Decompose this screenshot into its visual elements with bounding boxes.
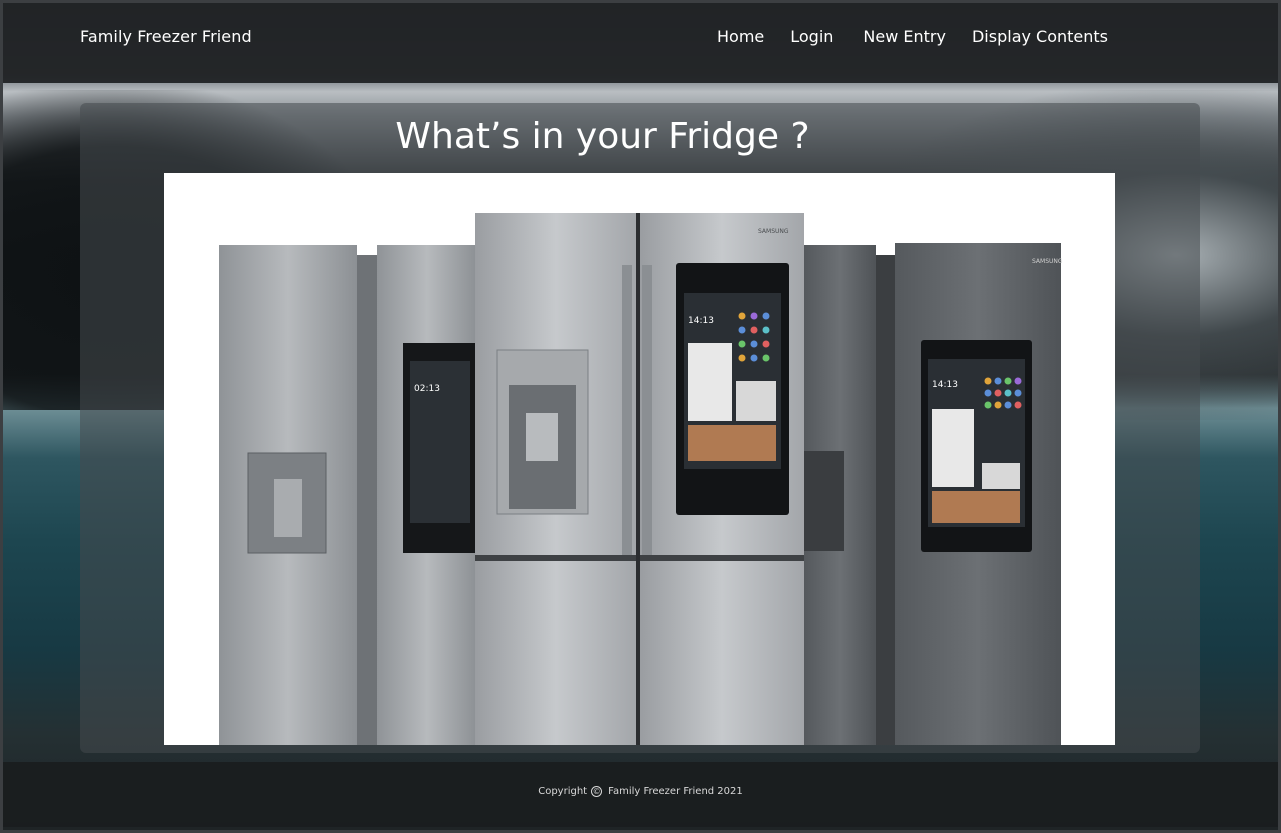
nav-new-entry[interactable]: New Entry [863, 27, 946, 46]
top-navbar: Family Freezer Friend Home Login New Ent… [3, 3, 1278, 83]
brand-link[interactable]: Family Freezer Friend [80, 27, 252, 46]
screen-clock-center: 14:13 [688, 316, 714, 326]
fridge-right-back [804, 245, 896, 745]
brand-text-right: SAMSUNG [1032, 258, 1063, 265]
footer-prefix: Copyright [538, 786, 588, 797]
fridge-right: SAMSUNG 14:13 [895, 243, 1063, 745]
footer-text: Family Freezer Friend 2021 [608, 786, 743, 797]
nav-display-contents[interactable]: Display Contents [972, 27, 1108, 46]
fridge-left [219, 245, 477, 745]
nav-links: Home Login New Entry Display Contents [717, 27, 1134, 46]
screen-clock-left: 02:13 [414, 384, 440, 394]
page-footer: Copyright © Family Freezer Friend 2021 [3, 762, 1278, 827]
copyright-icon: © [591, 786, 603, 797]
nav-home[interactable]: Home [717, 27, 764, 46]
brand-text-center: SAMSUNG [758, 228, 789, 235]
screen-clock-right: 14:13 [932, 380, 958, 390]
page-title: What’s in your Fridge ? [395, 116, 810, 157]
fridge-hero-image: SAMSUNG 14:13 SAMSUNG 14:13 02:13 [164, 173, 1115, 745]
fridge-illustration: SAMSUNG 14:13 SAMSUNG 14:13 02:13 [219, 213, 1063, 745]
nav-login[interactable]: Login [790, 27, 833, 46]
